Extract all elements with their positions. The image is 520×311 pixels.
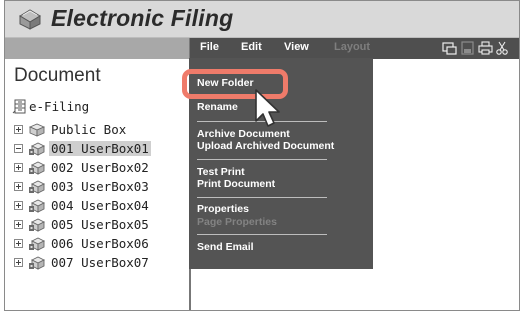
tree-item-userbox-06[interactable]: 006 UserBox06: [14, 234, 151, 253]
app-title: Electronic Filing: [51, 5, 234, 31]
expand-icon[interactable]: [14, 239, 23, 248]
user-box-icon: [29, 142, 45, 156]
tree-item-label: 007 UserBox07: [51, 255, 149, 270]
tree-root-label: e-Filing: [29, 98, 90, 114]
public-box-icon: [28, 123, 45, 137]
pane-title: Document: [14, 65, 101, 86]
user-box-icon: [29, 180, 45, 194]
menu-item-rename[interactable]: Rename: [197, 101, 238, 113]
user-box-icon: [29, 218, 45, 232]
tree-item-userbox-02[interactable]: 002 UserBox02: [14, 158, 151, 177]
tree-item-userbox-01[interactable]: 001 UserBox01: [14, 139, 151, 158]
menu-bar: File Edit View Layout: [190, 38, 519, 59]
menu-item-test-print[interactable]: Test Print: [197, 166, 245, 178]
tree-item-label: 004 UserBox04: [51, 198, 149, 213]
filing-cabinet-icon: [12, 99, 26, 113]
mouse-pointer-icon: [255, 89, 280, 127]
menu-item-page-properties: Page Properties: [197, 216, 277, 228]
user-box-icon: [29, 199, 45, 213]
menu-file[interactable]: File: [200, 41, 219, 53]
user-box-icon: [29, 161, 45, 175]
tree-item-userbox-04[interactable]: 004 UserBox04: [14, 196, 151, 215]
expand-icon[interactable]: [14, 220, 23, 229]
menu-separator: [197, 197, 327, 198]
tree-item-label: 005 UserBox05: [51, 217, 149, 232]
tree-root-e-filing[interactable]: e-Filing: [12, 97, 89, 115]
expand-icon[interactable]: [14, 182, 23, 191]
electronic-filing-logo-icon: [19, 9, 41, 30]
tree-item-label: 001 UserBox01: [49, 141, 151, 156]
expand-icon[interactable]: [14, 201, 23, 210]
user-box-icon: [29, 237, 45, 251]
menu-item-properties[interactable]: Properties: [197, 203, 249, 215]
view-icon[interactable]: [442, 41, 457, 55]
menu-view[interactable]: View: [284, 41, 309, 53]
scissors-icon[interactable]: [495, 41, 510, 55]
menu-separator: [197, 159, 327, 160]
user-box-icon: [29, 256, 45, 270]
tree-item-userbox-07[interactable]: 007 UserBox07: [14, 253, 151, 272]
menu-separator: [197, 234, 327, 235]
left-pane-header: [5, 38, 190, 59]
print-icon[interactable]: [478, 41, 493, 55]
menu-item-send-email[interactable]: Send Email: [197, 241, 254, 253]
expand-icon[interactable]: [14, 163, 23, 172]
tree-item-label: 003 UserBox03: [51, 179, 149, 194]
tree-item-userbox-05[interactable]: 005 UserBox05: [14, 215, 151, 234]
save-icon[interactable]: [460, 41, 475, 55]
tree-item-label: Public Box: [51, 122, 127, 137]
menu-edit[interactable]: Edit: [241, 41, 262, 53]
tree-item-label: 002 UserBox02: [51, 160, 149, 175]
tree-item-userbox-03[interactable]: 003 UserBox03: [14, 177, 151, 196]
expand-icon[interactable]: [14, 125, 23, 134]
expand-icon[interactable]: [14, 258, 23, 267]
menu-item-print-document[interactable]: Print Document: [197, 178, 275, 190]
tree-item-label: 006 UserBox06: [51, 236, 149, 251]
collapse-icon[interactable]: [14, 144, 23, 153]
menu-item-upload-archived-document[interactable]: Upload Archived Document: [197, 140, 334, 152]
menu-layout: Layout: [334, 41, 371, 53]
tree-item-public-box[interactable]: Public Box: [14, 120, 128, 139]
document-tree-pane: Document e-Filing Public Box 001 UserBox…: [5, 59, 191, 310]
title-bar: Electronic Filing: [5, 1, 519, 38]
